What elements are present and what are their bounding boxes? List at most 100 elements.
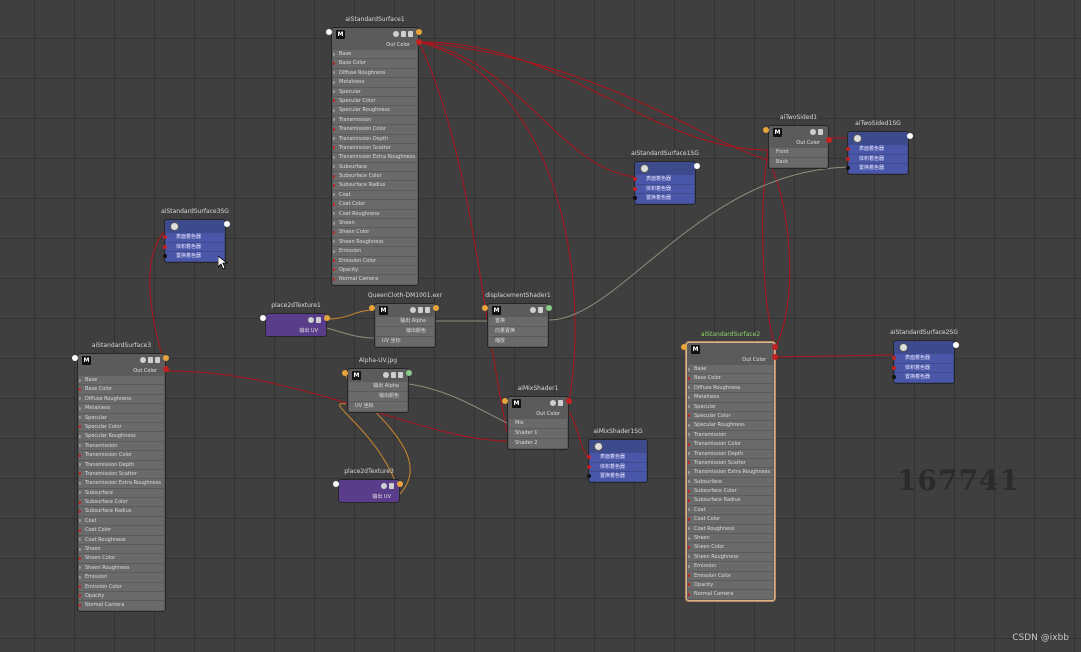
input-port[interactable] bbox=[333, 481, 339, 487]
list-icon[interactable] bbox=[418, 307, 423, 313]
output-port[interactable] bbox=[224, 221, 230, 227]
node-displacement-shader1[interactable]: displacementShader1 M 置换 向量置换 缩放 bbox=[482, 292, 552, 348]
attribute-port[interactable] bbox=[333, 127, 335, 131]
attribute-port[interactable] bbox=[333, 268, 335, 272]
attribute-row[interactable]: Subsurface Radius bbox=[79, 507, 164, 516]
grid-icon[interactable] bbox=[425, 307, 430, 313]
attribute-row[interactable]: Specular Roughness bbox=[333, 106, 417, 115]
attribute-row[interactable]: Emission bbox=[688, 562, 773, 571]
attribute-row[interactable]: Emission Color bbox=[333, 256, 417, 265]
sg-port[interactable] bbox=[163, 244, 167, 249]
attribute-row[interactable]: Base bbox=[688, 365, 773, 374]
list-icon[interactable] bbox=[538, 307, 543, 313]
attribute-row[interactable]: Specular Roughness bbox=[688, 421, 773, 430]
list-icon[interactable] bbox=[558, 400, 563, 406]
grid-icon[interactable] bbox=[408, 31, 413, 37]
attribute-row[interactable]: Coat bbox=[688, 505, 773, 515]
attribute-row[interactable]: Transmission bbox=[688, 430, 773, 440]
attribute-port[interactable] bbox=[79, 453, 81, 457]
sg-port[interactable] bbox=[633, 186, 637, 191]
attribute-port[interactable] bbox=[79, 463, 81, 467]
output-port[interactable] bbox=[397, 481, 403, 487]
attribute-row[interactable]: Base bbox=[79, 376, 164, 385]
output-port[interactable] bbox=[546, 305, 552, 311]
vector-displacement-input[interactable]: 向量置换 bbox=[489, 327, 547, 336]
attribute-row[interactable]: Emission bbox=[333, 247, 417, 256]
input-port[interactable] bbox=[681, 344, 687, 350]
out-color-socket[interactable] bbox=[416, 39, 422, 45]
input-port[interactable] bbox=[72, 355, 78, 361]
attribute-port[interactable] bbox=[79, 594, 81, 598]
attribute-row[interactable]: Emission bbox=[79, 573, 164, 582]
attribute-port[interactable] bbox=[333, 52, 335, 56]
attribute-port[interactable] bbox=[79, 556, 81, 560]
attribute-port[interactable] bbox=[333, 80, 335, 84]
shading-group-row[interactable]: 体积着色器 bbox=[892, 363, 953, 372]
attribute-row[interactable]: Metalness bbox=[688, 393, 773, 402]
attribute-port[interactable] bbox=[79, 444, 81, 448]
swatch-icon[interactable] bbox=[308, 317, 314, 323]
shading-group-row[interactable]: 体积着色器 bbox=[163, 242, 224, 251]
shading-group-row[interactable]: 表面着色器 bbox=[892, 354, 953, 363]
attribute-port[interactable] bbox=[333, 146, 335, 150]
attribute-row[interactable]: Subsurface Radius bbox=[688, 496, 773, 505]
swatch-icon[interactable] bbox=[381, 483, 387, 489]
attribute-row[interactable]: Specular Roughness bbox=[79, 432, 164, 441]
sg-port[interactable] bbox=[587, 464, 591, 469]
attribute-port[interactable] bbox=[79, 481, 81, 485]
attribute-row[interactable]: Transmission Depth bbox=[333, 134, 417, 143]
attribute-port[interactable] bbox=[688, 376, 690, 380]
input-port[interactable] bbox=[482, 305, 488, 311]
attribute-row[interactable]: Specular bbox=[79, 413, 164, 422]
node-ai-standard-surface1-sg[interactable]: aiStandardSurface1SG 表面着色器 体积着色器 置换着色器 bbox=[631, 150, 700, 205]
attribute-row[interactable]: Sheen Roughness bbox=[79, 563, 164, 573]
out-color-socket[interactable] bbox=[163, 366, 169, 372]
attribute-port[interactable] bbox=[688, 386, 690, 390]
shading-group-row[interactable]: 表面着色器 bbox=[633, 175, 694, 184]
list-icon[interactable] bbox=[316, 317, 321, 323]
node-queen-cloth-file[interactable]: QueenCloth-DM1001.exr M 输出 Alpha 输出颜色 UV… bbox=[368, 292, 442, 348]
list-icon[interactable] bbox=[818, 129, 823, 135]
output-port[interactable] bbox=[163, 355, 169, 361]
attribute-row[interactable]: Transmission Scatter bbox=[79, 469, 164, 479]
back-input[interactable]: Back bbox=[770, 158, 827, 167]
attribute-row[interactable]: Transmission bbox=[333, 115, 417, 125]
attribute-row[interactable]: Coat Color bbox=[688, 515, 773, 524]
attribute-row[interactable]: Emission Color bbox=[688, 571, 773, 580]
attribute-row[interactable]: Diffuse Roughness bbox=[688, 383, 773, 393]
shading-group-row[interactable]: 表面着色器 bbox=[587, 453, 646, 462]
attribute-row[interactable]: Subsurface Color bbox=[79, 498, 164, 507]
out-color-port[interactable]: 输出颜色 bbox=[349, 392, 407, 401]
attribute-row[interactable]: Subsurface bbox=[688, 477, 773, 487]
attribute-row[interactable]: Metalness bbox=[79, 404, 164, 413]
attribute-row[interactable]: Sheen Roughness bbox=[688, 552, 773, 562]
swatch-icon[interactable] bbox=[550, 400, 556, 406]
attribute-port[interactable] bbox=[79, 566, 81, 570]
attribute-row[interactable]: Subsurface bbox=[79, 488, 164, 498]
attribute-row[interactable]: Specular Color bbox=[333, 96, 417, 106]
list-icon[interactable] bbox=[148, 357, 153, 363]
sg-port[interactable] bbox=[633, 196, 637, 200]
attribute-row[interactable]: Sheen Roughness bbox=[333, 237, 417, 247]
attribute-port[interactable] bbox=[333, 259, 335, 263]
list-icon[interactable] bbox=[401, 31, 406, 37]
attribute-row[interactable]: Sheen Color bbox=[333, 228, 417, 237]
attribute-port[interactable] bbox=[688, 498, 690, 502]
attribute-row[interactable]: Normal Camera bbox=[333, 275, 417, 284]
attribute-port[interactable] bbox=[688, 442, 690, 446]
attribute-row[interactable]: Coat Color bbox=[333, 200, 417, 209]
output-port[interactable] bbox=[433, 305, 439, 311]
attribute-row[interactable]: Sheen Color bbox=[688, 543, 773, 552]
attribute-row[interactable]: Base bbox=[333, 50, 417, 59]
attribute-row[interactable]: Specular Color bbox=[79, 422, 164, 432]
swatch-icon[interactable] bbox=[383, 372, 389, 378]
attribute-row[interactable]: Opacity bbox=[688, 580, 773, 590]
attribute-port[interactable] bbox=[79, 434, 81, 438]
sg-port[interactable] bbox=[587, 455, 591, 459]
shader1-input[interactable]: Shader 1 bbox=[509, 429, 567, 438]
attribute-port[interactable] bbox=[333, 183, 335, 187]
attribute-port[interactable] bbox=[688, 527, 690, 531]
swatch-icon[interactable] bbox=[810, 129, 816, 135]
attribute-row[interactable]: Emission Color bbox=[79, 582, 164, 591]
shading-group-row[interactable]: 置换着色器 bbox=[587, 472, 646, 481]
